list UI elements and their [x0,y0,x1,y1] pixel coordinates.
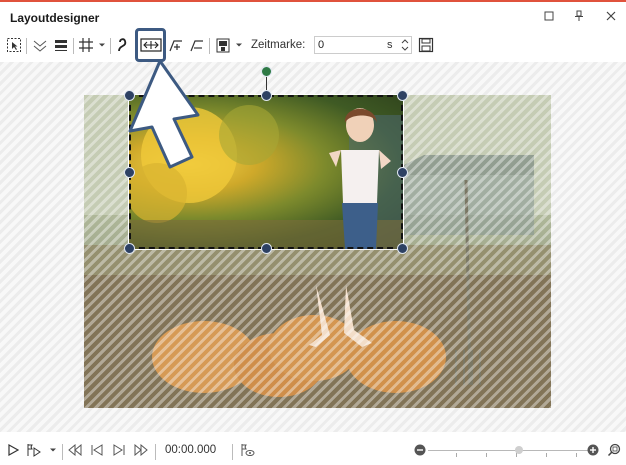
window-title: Layoutdesigner [10,11,100,25]
grid-button[interactable] [77,35,95,55]
align-icon [55,40,67,51]
magnifier-icon [607,443,621,457]
resize-handle-top-right[interactable] [397,90,408,101]
chevron-down-icon [50,448,56,452]
fast-forward-button[interactable] [133,442,149,458]
pointer-arrow-annotation [128,59,200,169]
zoom-tick [486,453,487,457]
zoom-tick [456,453,457,457]
timecode: 00:00.000 [165,444,217,456]
zoom-in-button[interactable] [586,442,600,458]
zoom-in-icon [587,444,599,456]
play-button[interactable] [6,442,20,458]
fold-button[interactable] [31,35,49,55]
motion-path-icon [190,40,203,52]
zeitmarke-input[interactable]: 0 [314,36,412,54]
close-icon [606,11,616,21]
play-from-marker-icon [27,444,41,457]
audio-marker-button[interactable] [238,442,256,458]
play-from-button[interactable] [24,442,42,458]
separator [62,444,63,460]
square-icon [544,11,554,21]
title-bar: Layoutdesigner [0,0,626,34]
zoom-slider-knob[interactable] [515,446,524,454]
zoom-tick [546,453,547,457]
resize-handle-right[interactable] [397,167,408,178]
select-tool-icon [7,38,21,52]
zoom-slider-track[interactable] [428,450,591,451]
spinner-icon [401,39,409,51]
rewind-button[interactable] [67,442,83,458]
clipboard-button[interactable] [214,35,232,55]
zeitmarke-spinner[interactable] [400,35,410,55]
fast-forward-icon [134,444,148,456]
chevron-down-icon [99,43,105,47]
motion-path-add-icon [169,40,182,52]
resize-handle-bottom[interactable] [261,243,272,254]
pin-button[interactable] [571,10,587,26]
align-button[interactable] [52,35,70,55]
clipboard-dropdown[interactable] [234,35,244,55]
grid-icon [79,38,93,52]
rewind-icon [68,444,82,456]
marker-eye-icon [241,444,255,456]
chevron-down-icon [236,43,242,47]
step-back-icon [91,444,103,456]
save-button[interactable] [417,35,435,55]
zoom-out-button[interactable] [413,442,427,458]
toolbar: Zeitmarke: 0 s [0,34,626,58]
select-tool-button[interactable] [5,35,23,55]
separator [155,444,156,460]
motion-path-add-button[interactable] [167,35,185,55]
step-forward-icon [113,444,125,456]
step-forward-button[interactable] [111,442,127,458]
check-fold-icon [33,40,47,52]
resize-handle-bottom-right[interactable] [397,243,408,254]
zoom-fit-button[interactable] [606,442,622,458]
step-back-button[interactable] [89,442,105,458]
curve-button[interactable] [114,35,132,55]
resize-handle-bottom-left[interactable] [124,243,135,254]
grid-dropdown[interactable] [97,35,107,55]
zoom-out-icon [414,444,426,456]
separator [232,444,233,460]
separator [209,38,210,54]
separator [26,38,27,54]
curve-icon [118,38,127,52]
motion-path-button[interactable] [188,35,206,55]
clipboard-icon [216,38,230,53]
maximize-button[interactable] [541,10,557,26]
separator [73,38,74,54]
close-button[interactable] [603,10,619,26]
playback-bar: 00:00.000 [0,432,626,465]
zoom-tick [576,453,577,457]
rotation-handle[interactable] [261,66,272,77]
zeitmarke-unit: s [387,39,393,51]
resize-handle-top[interactable] [261,90,272,101]
save-icon [418,37,434,53]
play-icon [8,444,19,456]
play-mode-dropdown[interactable] [48,442,58,458]
zeitmarke-label: Zeitmarke: [251,39,306,51]
separator [110,38,111,54]
pin-icon [575,10,583,21]
